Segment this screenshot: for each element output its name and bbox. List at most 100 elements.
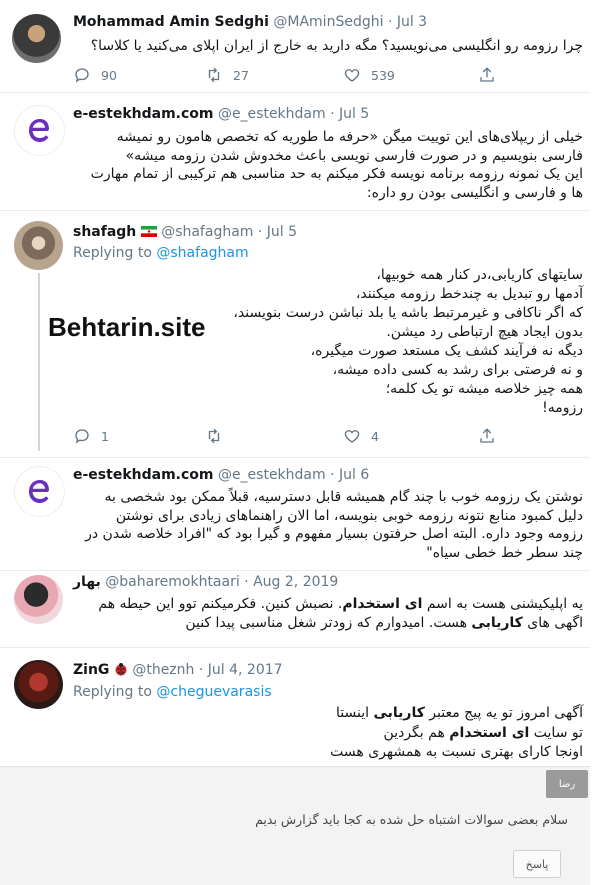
separator: · bbox=[330, 467, 335, 483]
like-count: 539 bbox=[371, 67, 395, 83]
separator: · bbox=[330, 106, 335, 122]
user-handle[interactable]: @theznh bbox=[132, 662, 194, 678]
tweet-text-line: ها و فارسی و انگلیسی بودن رو داره: bbox=[366, 184, 583, 201]
text-span: اگهی های bbox=[522, 614, 583, 631]
avatar[interactable] bbox=[14, 105, 65, 156]
tweet-text-line: نوشتن یک رزومه خوب با چند گام همیشه قابل… bbox=[104, 489, 583, 505]
separator: · bbox=[198, 662, 204, 678]
retweet-icon bbox=[208, 67, 220, 83]
ladybug-icon bbox=[115, 663, 127, 676]
text-span: تو سایت bbox=[529, 724, 583, 741]
highlight-text: ای استخدام bbox=[342, 596, 423, 612]
reply-action[interactable]: 1 bbox=[73, 427, 109, 445]
tweet-5: بهار @baharemokhtaari · Aug 2, 2019 یه ا… bbox=[0, 571, 602, 641]
user-handle[interactable]: @e_estekhdam bbox=[218, 467, 326, 483]
highlight-text: کاریابی bbox=[471, 614, 523, 631]
text-span: یه اپلیکیشنی هست به اسم bbox=[422, 596, 583, 612]
tweet-header: Mohammad Amin Sedghi @MAminSedghi · Jul … bbox=[73, 14, 427, 30]
avatar[interactable] bbox=[12, 14, 61, 63]
tweet-header: e-estekhdam.com @e_estekhdam · Jul 5 bbox=[73, 106, 369, 122]
display-name[interactable]: e-estekhdam.com bbox=[73, 467, 213, 483]
tweet-actions: 1 4 bbox=[73, 427, 503, 447]
tweet-text: خیلی از ریپلای‌های این توییت میگن «حرفه … bbox=[73, 128, 583, 202]
retweet-icon bbox=[208, 428, 220, 444]
display-name[interactable]: بهار bbox=[73, 574, 101, 590]
tweet-date[interactable]: Jul 4, 2017 bbox=[208, 662, 283, 678]
user-handle[interactable]: @baharemokhtaari bbox=[105, 574, 239, 590]
tweet-text-line: دیگه نه فرآیند کشف یک مستعد صورت میگیره، bbox=[310, 343, 583, 359]
reply-icon bbox=[75, 429, 89, 444]
replying-to: Replying to @shafagham bbox=[73, 245, 249, 261]
tweet-2: e-estekhdam.com @e_estekhdam · Jul 5 خیل… bbox=[0, 93, 602, 210]
page-edge bbox=[590, 0, 602, 884]
reply-action[interactable]: 90 bbox=[73, 66, 117, 84]
text-span: آگهی امروز تو یه پیج معتبر bbox=[424, 705, 583, 721]
tweet-header: shafagh @shafagham · Jul 5 bbox=[73, 224, 297, 240]
separator: · bbox=[257, 224, 263, 240]
tweet-header: ZinG @theznh · Jul 4, 2017 bbox=[73, 662, 283, 678]
tweet-date[interactable]: Jul 5 bbox=[339, 106, 369, 122]
tweet-date[interactable]: Jul 3 bbox=[397, 14, 427, 30]
e-estekhdam-logo-icon bbox=[15, 106, 64, 155]
retweet-action[interactable]: 27 bbox=[205, 66, 249, 84]
tweet-text-line: رزومه! bbox=[542, 400, 583, 416]
text-span: هم بگردین bbox=[383, 724, 450, 741]
comment-text: سلام بعضی سوالات اشتباه حل شده به کجا با… bbox=[255, 812, 568, 827]
e-estekhdam-logo-icon bbox=[15, 467, 64, 516]
tweet-header: بهار @baharemokhtaari · Aug 2, 2019 bbox=[73, 574, 338, 590]
tweet-text: نوشتن یک رزومه خوب با چند گام همیشه قابل… bbox=[73, 488, 583, 562]
retweet-action[interactable] bbox=[205, 427, 223, 445]
tweet-header: e-estekhdam.com @e_estekhdam · Jul 6 bbox=[73, 467, 369, 483]
user-handle[interactable]: @e_estekhdam bbox=[218, 106, 326, 122]
like-action[interactable]: 539 bbox=[343, 66, 395, 84]
heart-icon bbox=[344, 430, 360, 443]
replying-to-link[interactable]: @shafagham bbox=[156, 245, 248, 261]
retweet-count: 27 bbox=[233, 67, 249, 83]
avatar[interactable] bbox=[14, 575, 63, 624]
tweet-text-line: خیلی از ریپلای‌های این توییت میگن «حرفه … bbox=[116, 129, 583, 145]
like-action[interactable]: 4 bbox=[343, 427, 379, 445]
separator: · bbox=[244, 574, 249, 590]
avatar[interactable] bbox=[14, 466, 65, 517]
replying-label: Replying to bbox=[73, 245, 152, 261]
reply-count: 90 bbox=[101, 67, 117, 83]
tweet-text-line: و نه فرصتی برای رشد به کسی داده میشه، bbox=[332, 362, 583, 378]
tweet-text-line: سایتهای کاریابی،در کنار همه خوبیها، bbox=[376, 267, 583, 283]
display-name[interactable]: ZinG bbox=[73, 662, 109, 678]
display-name[interactable]: e-estekhdam.com bbox=[73, 106, 213, 122]
share-action[interactable] bbox=[478, 66, 496, 84]
tweet-6: ZinG @theznh · Jul 4, 2017 Replying to @… bbox=[0, 648, 602, 766]
tweet-text-line: این یک نمونه رزومه برنامه نویسه فکر میکن… bbox=[90, 166, 583, 182]
tweet-text: آگهی امروز تو یه پیج معتبر کاریابی اینست… bbox=[73, 704, 583, 763]
reply-button[interactable]: پاسخ bbox=[513, 850, 561, 878]
text-span: اینستا bbox=[336, 705, 374, 721]
user-handle[interactable]: @MAminSedghi bbox=[273, 14, 383, 30]
tweet-text: چرا رزومه رو انگلیسی می‌نویسید؟ مگه داری… bbox=[73, 37, 583, 56]
tweet-4: e-estekhdam.com @e_estekhdam · Jul 6 نوش… bbox=[0, 458, 602, 570]
tweet-date[interactable]: Jul 6 bbox=[339, 467, 369, 483]
replying-label: Replying to bbox=[73, 684, 152, 700]
heart-icon bbox=[344, 69, 360, 82]
like-count: 4 bbox=[371, 428, 379, 444]
tweet-text-line: همه چیز خلاصه میشه تو یک کلمه؛ bbox=[385, 381, 583, 397]
tweet-text-line: آدمها رو تبدیل به چندخط رزومه میکنند، bbox=[355, 286, 583, 302]
separator: · bbox=[387, 14, 393, 30]
tweet-text-line: چرا رزومه رو انگلیسی می‌نویسید؟ مگه داری… bbox=[90, 38, 583, 54]
tweet-date[interactable]: Jul 5 bbox=[267, 224, 297, 240]
replying-to-link[interactable]: @cheguevarasis bbox=[156, 684, 271, 700]
share-icon bbox=[480, 428, 494, 443]
tweet-text: یه اپلیکیشنی هست به اسم ای استخدام. نصبش… bbox=[73, 595, 583, 632]
avatar[interactable] bbox=[14, 221, 63, 270]
tweet-text-line: فارسی بنویسیم و در صورت فارسی نویسی باعث… bbox=[125, 147, 583, 164]
highlight-text: کاریابی bbox=[373, 705, 425, 721]
user-handle[interactable]: @shafagham bbox=[161, 224, 253, 240]
avatar[interactable] bbox=[14, 660, 63, 709]
tweet-date[interactable]: Aug 2, 2019 bbox=[253, 574, 338, 590]
display-name[interactable]: Mohammad Amin Sedghi bbox=[73, 14, 269, 30]
share-action[interactable] bbox=[478, 427, 496, 445]
tweet-text-line: اونجا کارای بهتری نسبت به همشهری هست bbox=[330, 744, 583, 760]
watermark: Behtarin.site bbox=[48, 312, 206, 342]
tweet-1: Mohammad Amin Sedghi @MAminSedghi · Jul … bbox=[0, 0, 602, 92]
display-name[interactable]: shafagh bbox=[73, 224, 136, 240]
tweet-text-line: چند سطر خط خطی سیاه" bbox=[426, 544, 583, 561]
